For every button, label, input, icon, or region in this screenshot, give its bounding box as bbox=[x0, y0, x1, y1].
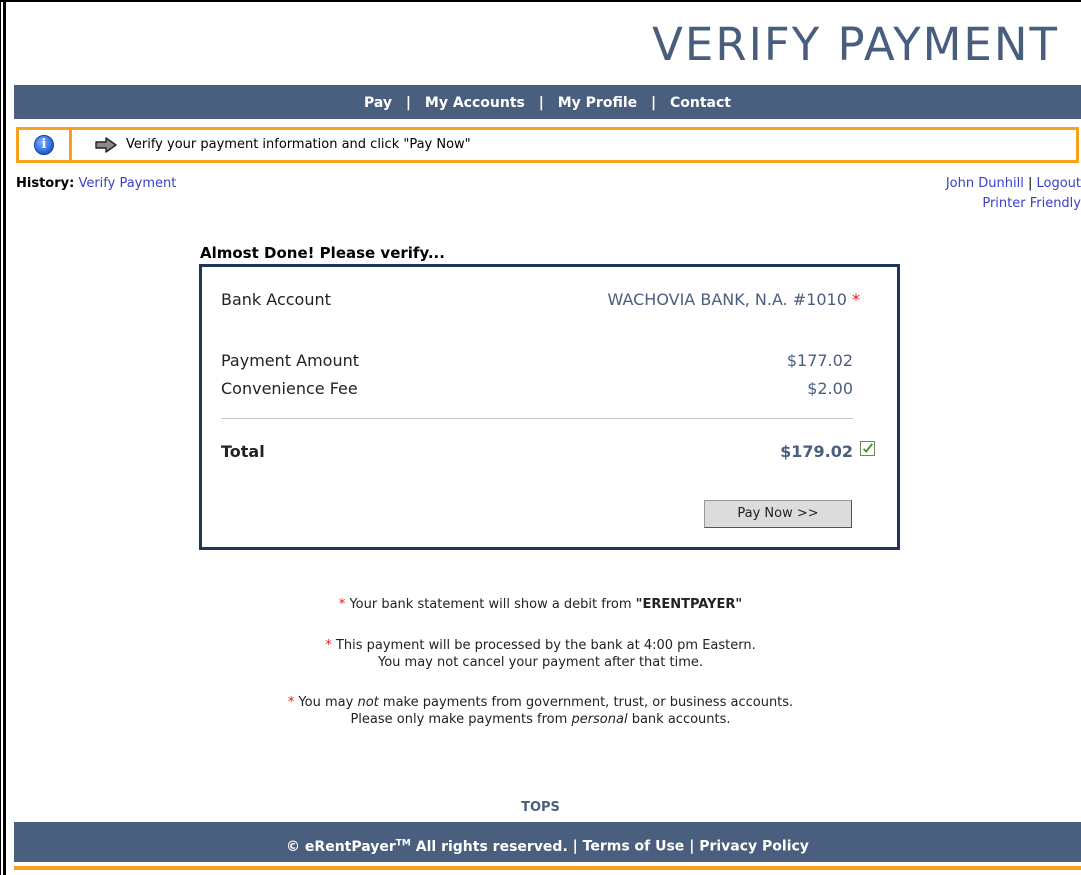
breadcrumb: History: Verify Payment bbox=[16, 176, 176, 191]
footer-bar: © eRentPayerTM All rights reserved. | Te… bbox=[14, 822, 1081, 862]
info-icon: i bbox=[34, 135, 54, 155]
page-title: VERIFY PAYMENT bbox=[652, 18, 1059, 71]
main-nav: Pay | My Accounts | My Profile | Contact bbox=[14, 85, 1081, 119]
payment-amount-label: Payment Amount bbox=[221, 351, 360, 370]
convenience-fee-label: Convenience Fee bbox=[221, 379, 358, 398]
logout-link[interactable]: Logout bbox=[1036, 176, 1081, 191]
copyright-text: © eRentPayerTM All rights reserved. bbox=[286, 838, 568, 855]
pay-now-button[interactable]: Pay Now >> bbox=[704, 500, 852, 528]
bank-account-label: Bank Account bbox=[221, 290, 331, 309]
arrow-right-icon bbox=[95, 137, 117, 153]
nav-pay[interactable]: Pay bbox=[364, 95, 392, 111]
verify-panel: Bank Account WACHOVIA BANK, N.A. #1010 *… bbox=[199, 264, 900, 550]
nav-my-profile[interactable]: My Profile bbox=[558, 95, 637, 111]
instruction-text: Verify your payment information and clic… bbox=[126, 137, 471, 152]
total-label: Total bbox=[221, 442, 265, 461]
total-value: $179.02 bbox=[780, 442, 853, 461]
payment-amount-value: $177.02 bbox=[786, 351, 853, 370]
user-links: John Dunhill | Logout Printer Friendly bbox=[946, 174, 1081, 214]
note-account-types: * You may not make payments from governm… bbox=[287, 695, 794, 727]
printer-friendly-link[interactable]: Printer Friendly bbox=[982, 196, 1081, 211]
required-star: * bbox=[852, 290, 860, 309]
checkmark-icon bbox=[860, 441, 875, 456]
footer-separator: | bbox=[572, 838, 578, 855]
window-frame-top bbox=[0, 0, 1081, 2]
footer-separator: | bbox=[689, 838, 695, 855]
instruction-banner: i Verify your payment information and cl… bbox=[16, 127, 1079, 163]
user-separator: | bbox=[1027, 176, 1033, 191]
user-name-link[interactable]: John Dunhill bbox=[946, 176, 1024, 191]
footer-accent-line bbox=[14, 866, 1081, 870]
nav-contact[interactable]: Contact bbox=[670, 95, 731, 111]
tops-logo-text: TOPS bbox=[521, 800, 560, 815]
divider bbox=[221, 418, 853, 419]
nav-separator: | bbox=[538, 95, 544, 111]
bank-account-value: WACHOVIA BANK, N.A. #1010 * bbox=[607, 290, 860, 309]
verify-heading: Almost Done! Please verify... bbox=[200, 244, 445, 262]
info-cell: i bbox=[19, 130, 72, 160]
note-debit: * Your bank statement will show a debit … bbox=[338, 597, 743, 612]
history-link-verify-payment[interactable]: Verify Payment bbox=[78, 176, 176, 191]
window-frame-left bbox=[0, 0, 6, 875]
history-label: History: bbox=[16, 176, 75, 191]
terms-of-use-link[interactable]: Terms of Use bbox=[583, 839, 685, 855]
nav-separator: | bbox=[405, 95, 412, 111]
nav-my-accounts[interactable]: My Accounts bbox=[425, 95, 525, 111]
convenience-fee-value: $2.00 bbox=[807, 379, 853, 398]
note-processing: * This payment will be processed by the … bbox=[325, 638, 756, 670]
nav-separator: | bbox=[651, 95, 657, 111]
privacy-policy-link[interactable]: Privacy Policy bbox=[699, 839, 809, 855]
